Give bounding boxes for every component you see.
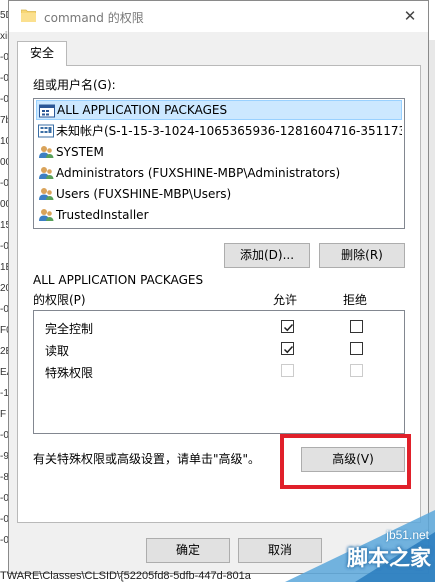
permission-name: 特殊权限 [45,366,94,380]
ok-button[interactable]: 确定 [146,538,230,563]
permission-row: 特殊权限 [34,360,404,382]
deny-checkbox[interactable] [350,320,363,333]
principal-row[interactable]: Users (FUXSHINE-MBP\Users) [36,184,402,204]
app-packages-icon [39,104,55,118]
advanced-highlight-box [280,434,411,489]
permissions-for-label: ALL APPLICATION PACKAGES [33,273,204,287]
close-button[interactable]: ✕ [392,1,428,32]
tab-bar: 安全 [9,32,428,66]
background-fragment: F [0,409,7,420]
allow-checkbox[interactable] [281,342,294,355]
principal-row[interactable]: TrustedInstaller [36,205,402,225]
principal-name: ALL APPLICATION PACKAGES [57,103,228,117]
principal-name: Users (FUXSHINE-MBP\Users) [56,187,232,201]
users-icon [39,188,54,200]
title-bar[interactable]: command 的权限 ✕ [9,1,428,32]
permission-name: 读取 [45,344,70,358]
watermark-name: 脚本之家 [347,546,431,570]
users-icon [39,209,54,221]
principal-name: TrustedInstaller [56,208,149,222]
folder-icon [21,9,36,22]
tab-security[interactable]: 安全 [17,41,67,66]
principal-name: SYSTEM [56,145,104,159]
permissions-list[interactable]: 完全控制读取特殊权限 [33,310,405,434]
window-title: command 的权限 [44,11,144,25]
principal-name: 未知帐户(S-1-15-3-1024-1065365936-1281604716… [56,124,402,138]
unknown-account-icon [38,124,54,138]
principal-row[interactable]: ALL APPLICATION PACKAGES [36,100,402,120]
principal-row[interactable]: Administrators (FUXSHINE-MBP\Administrat… [36,163,402,183]
users-icon [39,167,54,179]
permission-row: 读取 [34,338,404,360]
principal-row[interactable]: SYSTEM [36,142,402,162]
permissions-label: 的权限(P) [33,293,86,307]
site-watermark: jb51.net 脚本之家 [285,510,435,582]
allow-checkbox[interactable] [281,320,294,333]
allow-column-header: 允许 [273,293,298,307]
deny-column-header: 拒绝 [343,293,368,307]
group-or-user-label: 组或用户名(G): [33,78,116,92]
users-icon [39,146,54,158]
background-window-right [429,40,435,560]
deny-checkbox[interactable] [350,342,363,355]
principal-name: Administrators (FUXSHINE-MBP\Administrat… [56,166,341,180]
principal-row[interactable]: 未知帐户(S-1-15-3-1024-1065365936-1281604716… [36,121,402,141]
deny-checkbox [350,364,363,377]
advanced-hint-text: 有关特殊权限或高级设置，请单击"高级"。 [33,452,261,466]
remove-button[interactable]: 删除(R) [319,243,405,268]
permission-name: 完全控制 [45,322,94,336]
allow-checkbox [281,364,294,377]
principals-listbox[interactable]: ALL APPLICATION PACKAGES 未知帐户(S-1-15-3-10… [33,98,405,229]
watermark-domain: jb51.net [386,528,429,542]
add-button[interactable]: 添加(D)... [224,243,310,268]
permission-row: 完全控制 [34,316,404,338]
background-registry-path: TWARE\Classes\CLSID\{52205fd8-5dfb-447d-… [0,570,251,582]
